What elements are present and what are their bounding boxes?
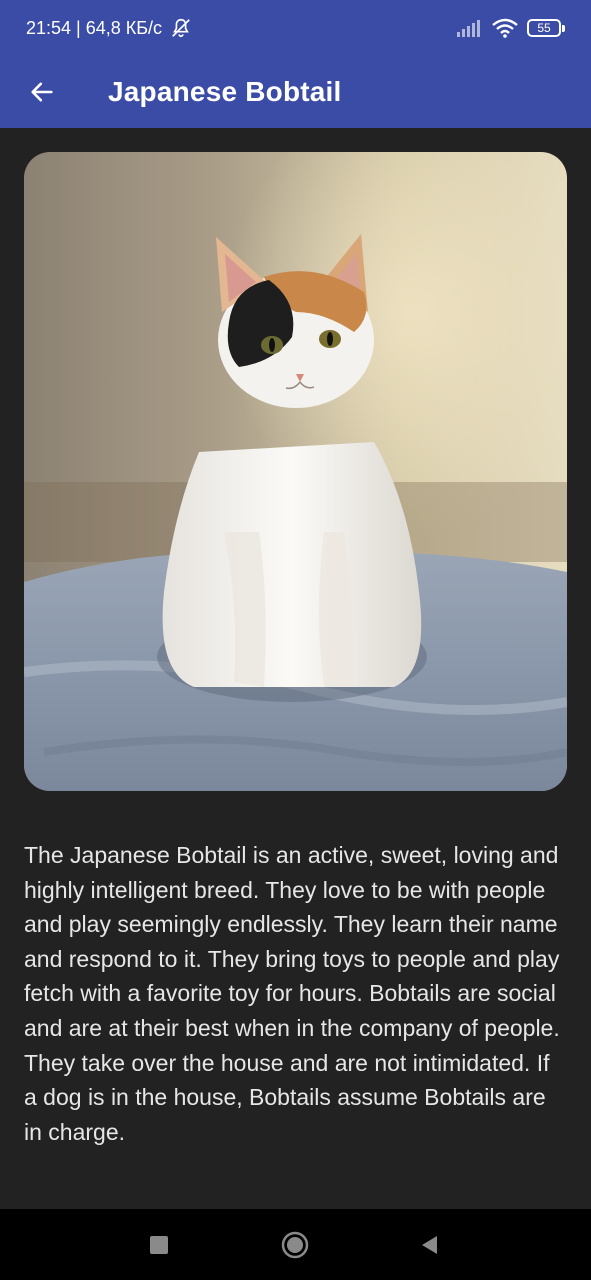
system-nav-bar <box>0 1209 591 1280</box>
cat-photo <box>24 152 567 791</box>
breed-detail: The Japanese Bobtail is an active, sweet… <box>0 128 591 1209</box>
signal-icon <box>457 19 483 37</box>
wifi-icon <box>491 18 519 38</box>
bell-off-icon <box>170 17 192 39</box>
back-icon <box>419 1234 439 1256</box>
recents-button[interactable] <box>119 1209 199 1280</box>
home-button[interactable] <box>255 1209 335 1280</box>
page-title: Japanese Bobtail <box>108 76 342 107</box>
battery-level: 55 <box>537 21 551 35</box>
breed-description: The Japanese Bobtail is an active, sweet… <box>24 842 560 1145</box>
battery-icon: 55 <box>527 19 565 37</box>
recents-icon <box>150 1235 168 1254</box>
arrow-back-icon <box>28 78 56 106</box>
home-icon <box>281 1231 309 1259</box>
app-bar: Japanese Bobtail <box>0 56 591 128</box>
nav-back-button[interactable] <box>389 1209 469 1280</box>
status-bar: 21:54 | 64,8 КБ/с 55 <box>0 0 591 56</box>
status-time: 21:54 | 64,8 КБ/с <box>26 17 163 38</box>
back-button[interactable] <box>0 56 84 128</box>
